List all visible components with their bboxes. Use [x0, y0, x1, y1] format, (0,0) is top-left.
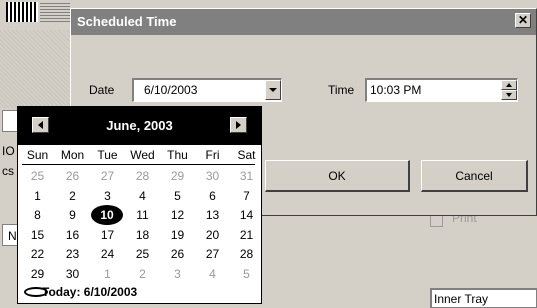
calendar-day[interactable]: 7 [230, 188, 263, 204]
calendar-day[interactable]: 25 [21, 168, 54, 184]
time-spinner[interactable]: 10:03 PM [365, 78, 518, 102]
calendar-day[interactable]: 5 [161, 188, 194, 204]
calendar-day[interactable]: 22 [21, 246, 54, 262]
calendar-day[interactable]: 26 [161, 246, 194, 262]
weekday-fri: Fri [205, 148, 220, 162]
spin-up-button[interactable] [501, 80, 517, 90]
date-dropdown-button[interactable] [265, 80, 281, 100]
calendar-day[interactable]: 16 [56, 227, 89, 243]
calendar-day[interactable]: 9 [56, 207, 89, 223]
calendar-day[interactable]: 29 [161, 168, 194, 184]
calendar-day[interactable]: 20 [196, 227, 229, 243]
weekday-sun: Sun [26, 148, 49, 162]
time-label: Time [328, 83, 355, 97]
date-value: 6/10/2003 [144, 83, 198, 97]
spin-up-icon [506, 83, 512, 87]
calendar-day[interactable]: 12 [161, 207, 194, 223]
next-month-button[interactable] [230, 117, 247, 133]
calendar-dropdown: June, 2003 Today: 6/10/2003 Sun Mon Tue Wed… [17, 106, 262, 304]
calendar-day[interactable]: 11 [126, 207, 159, 223]
calendar-day[interactable]: 4 [196, 266, 229, 282]
calendar-day[interactable]: 3 [161, 266, 194, 282]
calendar-day[interactable]: 26 [56, 168, 89, 184]
calendar-day[interactable]: 1 [91, 266, 124, 282]
calendar-day[interactable]: 2 [56, 188, 89, 204]
spin-down-button[interactable] [501, 90, 517, 100]
weekday-thu: Thu [167, 148, 188, 162]
weekday-mon: Mon [60, 148, 85, 162]
weekday-wed: Wed [130, 148, 155, 162]
calendar-day[interactable]: 18 [126, 227, 159, 243]
inner-tray-value: Inner Tray [434, 292, 489, 306]
calendar-day[interactable]: 13 [196, 207, 229, 223]
calendar-day[interactable]: 25 [126, 246, 159, 262]
calendar-day[interactable]: 2 [126, 266, 159, 282]
calendar-day-selected[interactable]: 10 [93, 207, 121, 223]
dialog-title: Scheduled Time [77, 14, 177, 29]
time-value: 10:03 PM [370, 83, 422, 97]
calendar-day[interactable]: 3 [91, 188, 124, 204]
calendar-month-title: June, 2003 [106, 118, 173, 133]
calendar-day[interactable]: 4 [126, 188, 159, 204]
chevron-down-icon [269, 87, 277, 92]
calendar-day[interactable]: 31 [230, 168, 263, 184]
calendar-day[interactable]: 28 [126, 168, 159, 184]
weekday-sat: Sat [237, 148, 256, 162]
calendar-day[interactable]: 6 [196, 188, 229, 204]
cancel-label: Cancel [455, 168, 493, 183]
calendar-header: June, 2003 [18, 107, 261, 145]
close-icon: ✕ [517, 13, 529, 27]
list-icon [40, 2, 70, 22]
background-snip-2: cs [2, 164, 14, 178]
calendar-day[interactable]: 30 [56, 266, 89, 282]
calendar-day[interactable]: 23 [56, 246, 89, 262]
background-snip-3: N [8, 229, 17, 243]
calendar-day[interactable]: 24 [91, 246, 124, 262]
inner-tray-select[interactable]: Inner Tray [430, 288, 537, 308]
calendar-day[interactable]: 21 [230, 227, 263, 243]
calendar-day[interactable]: 28 [230, 246, 263, 262]
calendar-day[interactable]: 15 [21, 227, 54, 243]
calendar-day[interactable]: 14 [230, 207, 263, 223]
weekday-tue: Tue [97, 148, 118, 162]
calendar-day[interactable]: 29 [21, 266, 54, 282]
calendar-separator [22, 164, 255, 165]
today-link[interactable]: Today: 6/10/2003 [42, 285, 137, 299]
ok-label: OK [328, 168, 346, 183]
calendar-day[interactable]: 27 [91, 168, 124, 184]
calendar-day[interactable]: 1 [21, 188, 54, 204]
date-picker[interactable]: 6/10/2003 [132, 78, 282, 102]
spin-down-icon [506, 93, 512, 97]
calendar-day[interactable]: 19 [161, 227, 194, 243]
ok-button[interactable]: OK [265, 160, 410, 192]
calendar-day[interactable]: 30 [196, 168, 229, 184]
close-button[interactable]: ✕ [515, 13, 531, 28]
calendar-day[interactable]: 17 [91, 227, 124, 243]
background-snip-1: IO [2, 144, 15, 158]
arrow-right-icon [236, 121, 241, 129]
calendar-day[interactable]: 8 [21, 207, 54, 223]
dialog-titlebar: Scheduled Time ✕ [71, 9, 536, 35]
calendar-day[interactable]: 5 [230, 266, 263, 282]
grid-icon [6, 2, 38, 22]
date-label: Date [89, 83, 115, 97]
cancel-button[interactable]: Cancel [421, 160, 528, 192]
calendar-day[interactable]: 27 [196, 246, 229, 262]
